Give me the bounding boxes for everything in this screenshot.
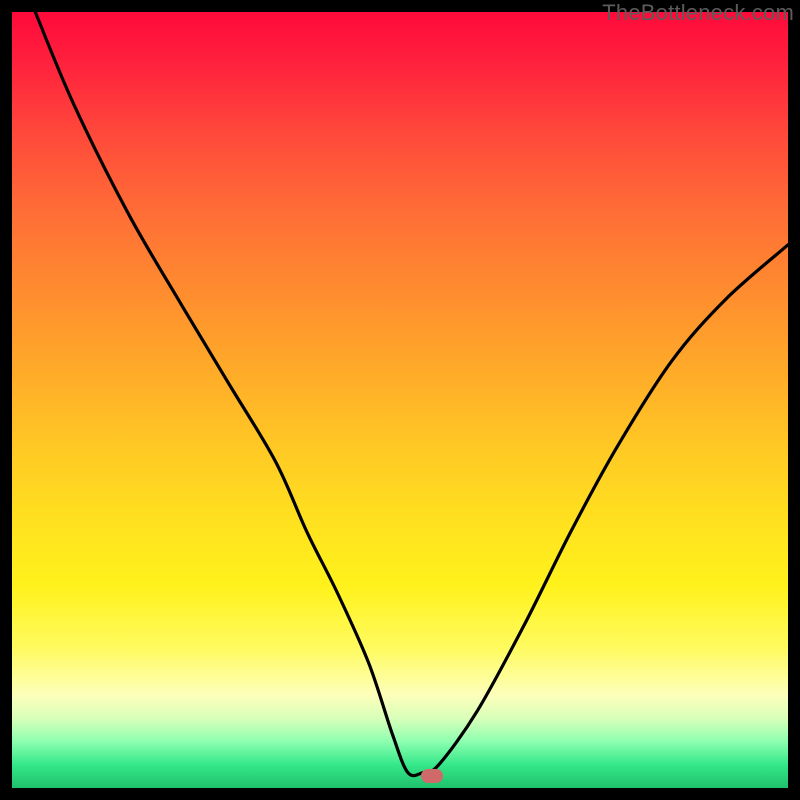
bottleneck-curve <box>12 12 788 788</box>
chart-stage: TheBottleneck.com <box>0 0 800 800</box>
attribution-label: TheBottleneck.com <box>602 0 794 26</box>
optimal-marker <box>421 769 443 783</box>
plot-area <box>12 12 788 788</box>
